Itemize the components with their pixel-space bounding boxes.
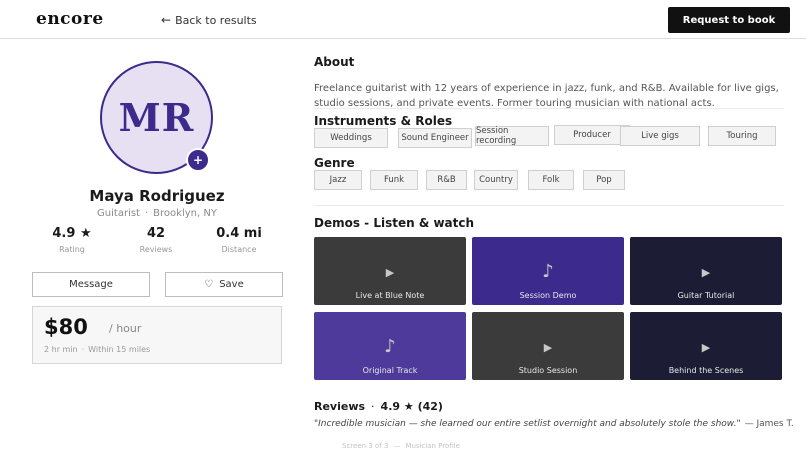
reviews-heading: Reviews · 4.9 ★ (42) xyxy=(314,400,443,413)
demo-caption: Session Demo xyxy=(519,291,577,300)
chip-pop[interactable]: Pop xyxy=(583,170,625,190)
reviews-count: (42) xyxy=(417,400,443,413)
stat-label: Distance xyxy=(221,245,257,254)
demo-tile[interactable]: ♪ Session Demo xyxy=(472,237,624,305)
chip-touring[interactable]: Touring xyxy=(708,126,776,146)
instruments-heading: Instruments & Roles xyxy=(314,114,453,128)
screen-indicator: Screen 3 of 3 — Musician Profile xyxy=(342,442,460,450)
play-icon: ▶ xyxy=(385,266,395,279)
location-text: Brooklyn, NY xyxy=(153,208,217,219)
chip-weddings[interactable]: Weddings xyxy=(314,128,388,148)
demo-tile[interactable]: ▶ Guitar Tutorial xyxy=(630,237,782,305)
demos-heading: Demos - Listen & watch xyxy=(314,216,475,230)
avatar-initials: MR xyxy=(118,95,195,140)
chip-rnb[interactable]: R&B xyxy=(426,170,467,190)
price-unit: / hour xyxy=(109,322,142,335)
stat-value: 4.9 ★ xyxy=(52,226,92,241)
demo-caption: Live at Blue Note xyxy=(355,291,425,300)
min-booking: 2 hr min xyxy=(44,345,78,354)
rate-details: 2 hr min · Within 15 miles xyxy=(44,345,150,354)
arrow-left-icon: ← xyxy=(161,13,172,27)
music-note-icon: ♪ xyxy=(384,336,396,357)
demo-caption: Studio Session xyxy=(518,366,578,375)
musician-name: Maya Rodriguez xyxy=(89,187,225,205)
chip-country[interactable]: Country xyxy=(474,170,518,190)
separator-dot: · xyxy=(144,208,149,219)
stat-rating: 4.9 ★ Rating xyxy=(32,226,112,254)
request-to-book-button[interactable]: Request to book xyxy=(668,7,790,33)
message-label: Message xyxy=(69,279,113,290)
heart-icon: ♡ xyxy=(204,279,214,290)
review-quote: "Incredible musician — she learned our e… xyxy=(314,419,794,429)
demo-tile[interactable]: ▶ Studio Session xyxy=(472,312,624,380)
reviews-title: Reviews xyxy=(314,400,366,413)
demo-caption: Behind the Scenes xyxy=(668,366,744,375)
top-bar: encore ← Back to results Request to book xyxy=(0,0,806,39)
screen-name: Musician Profile xyxy=(405,442,460,450)
music-note-icon: ♪ xyxy=(542,261,554,282)
stat-value: 0.4 mi xyxy=(216,226,262,241)
about-text: Freelance guitarist with 12 years of exp… xyxy=(314,83,779,109)
genre-heading: Genre xyxy=(314,156,355,170)
demo-tile[interactable]: ▶ Live at Blue Note xyxy=(314,237,466,305)
stat-label: Rating xyxy=(59,245,85,254)
save-label: Save xyxy=(219,279,244,290)
chip-funk[interactable]: Funk xyxy=(370,170,418,190)
about-heading: About xyxy=(314,55,355,69)
travel-radius: Within 15 miles xyxy=(88,345,151,354)
chip-folk[interactable]: Folk xyxy=(528,170,574,190)
chip-live-gigs[interactable]: Live gigs xyxy=(620,126,700,146)
back-to-results-link[interactable]: ← Back to results xyxy=(161,13,257,27)
stat-label: Reviews xyxy=(139,245,173,254)
demo-tile[interactable]: ▶ Behind the Scenes xyxy=(630,312,782,380)
separator-dot: · xyxy=(371,400,375,413)
role-text: Guitarist xyxy=(97,208,140,219)
save-button[interactable]: ♡ Save xyxy=(165,272,283,297)
demo-caption: Original Track xyxy=(362,366,418,375)
reviews-rating: 4.9 ★ xyxy=(380,400,414,413)
screen-count: Screen 3 of 3 xyxy=(342,442,389,450)
play-icon: ▶ xyxy=(543,341,553,354)
divider xyxy=(314,205,784,206)
back-label: Back to results xyxy=(175,13,257,27)
divider xyxy=(314,108,784,109)
separator-dot: · xyxy=(81,345,85,354)
hourly-price: $80 xyxy=(44,315,88,339)
chip-jazz[interactable]: Jazz xyxy=(314,170,362,190)
review-text: "Incredible musician — she learned our e… xyxy=(314,419,741,429)
app-logo[interactable]: encore xyxy=(36,9,104,29)
chip-session-recording[interactable]: Session recording xyxy=(475,126,549,146)
add-photo-button[interactable]: + xyxy=(186,148,210,172)
stat-value: 42 xyxy=(146,226,166,241)
chip-sound-engineer[interactable]: Sound Engineer xyxy=(398,128,472,148)
demo-caption: Guitar Tutorial xyxy=(677,291,735,300)
chip-producer[interactable]: Producer xyxy=(554,125,630,145)
demo-tile[interactable]: ♪ Original Track xyxy=(314,312,466,380)
message-button[interactable]: Message xyxy=(32,272,150,297)
review-author: — James T. xyxy=(744,419,794,429)
role-location: Guitarist · Brooklyn, NY xyxy=(32,208,282,219)
separator-dash: — xyxy=(393,442,401,450)
play-icon: ▶ xyxy=(701,266,711,279)
play-icon: ▶ xyxy=(701,341,711,354)
stat-distance: 0.4 mi Distance xyxy=(199,226,279,254)
stat-reviews: 42 Reviews xyxy=(116,226,196,254)
rate-card: $80 / hour 2 hr min · Within 15 miles xyxy=(32,306,282,364)
